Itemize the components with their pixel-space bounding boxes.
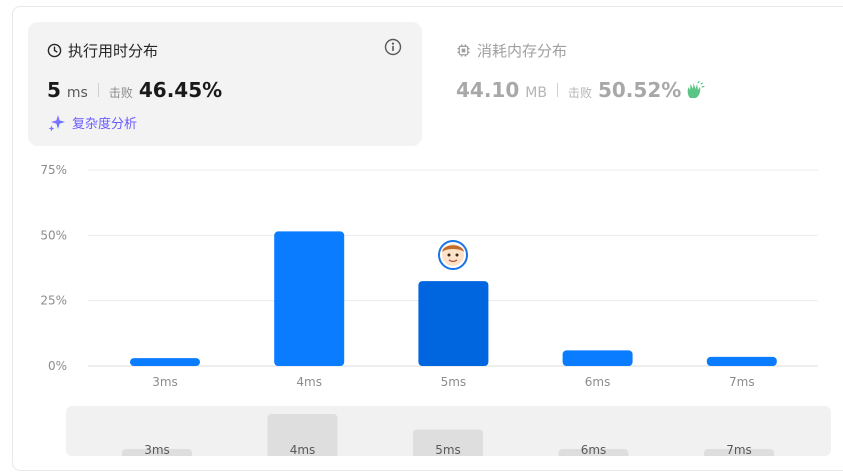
range-minimap[interactable]: 3ms 4ms 5ms 6ms 7ms xyxy=(66,406,831,456)
range-selector[interactable]: 3ms 4ms 5ms 6ms 7ms xyxy=(66,406,831,456)
bar-3ms[interactable] xyxy=(130,358,200,366)
x-tick-label: 4ms xyxy=(296,375,322,389)
x-tick-label: 5ms xyxy=(441,375,467,389)
range-label: 4ms xyxy=(290,443,316,456)
range-label: 3ms xyxy=(144,443,170,456)
user-avatar-marker xyxy=(438,240,468,270)
y-tick-label: 50% xyxy=(40,228,67,242)
bar-5ms[interactable] xyxy=(418,281,489,366)
range-label: 6ms xyxy=(581,443,607,456)
bar-7ms[interactable] xyxy=(706,356,777,366)
range-label: 5ms xyxy=(435,443,461,456)
range-label: 7ms xyxy=(726,443,752,456)
x-tick-label: 3ms xyxy=(152,375,178,389)
x-tick-label: 6ms xyxy=(585,375,611,389)
bar-6ms[interactable] xyxy=(562,350,633,366)
runtime-distribution-chart: 0% 25% 50% 75% 3ms 4ms 5ms 6ms 7ms xyxy=(40,163,818,389)
y-tick-label: 0% xyxy=(48,359,67,373)
bar-4ms[interactable] xyxy=(274,231,345,366)
y-tick-label: 75% xyxy=(40,163,67,177)
x-tick-label: 7ms xyxy=(729,375,755,389)
y-tick-label: 25% xyxy=(40,294,67,308)
